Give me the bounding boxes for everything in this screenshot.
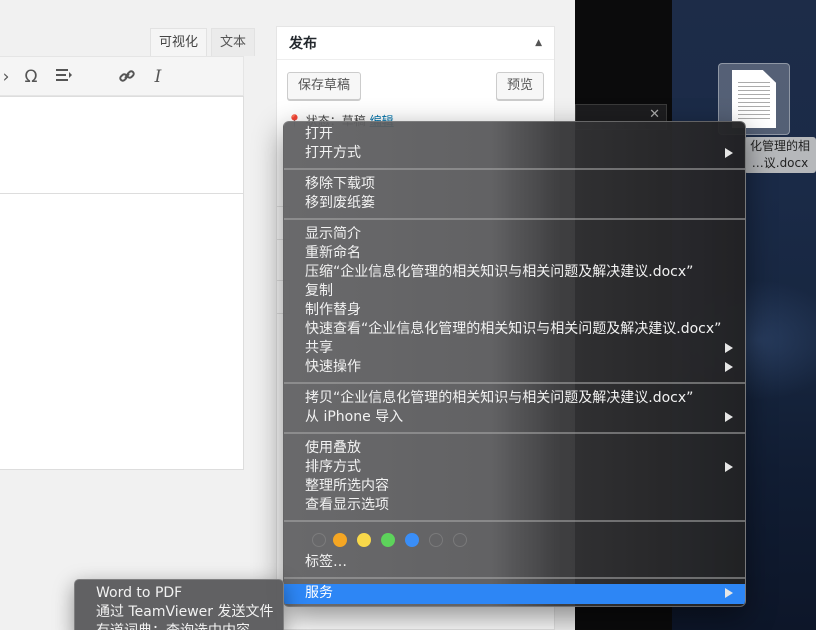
preview-button[interactable]: 预览 [495,72,544,100]
text-format-icon[interactable] [54,67,74,87]
tag-blue-icon[interactable] [405,533,419,547]
tag-yellow-icon[interactable] [357,533,371,547]
menu-item-label: 使用叠放 [305,440,361,456]
menu-item-label: 整理所选内容 [305,478,389,494]
menu-item-show-view-options[interactable]: 查看显示选项 [284,496,745,515]
link-icon[interactable] [117,67,137,87]
submenu-item-word-to-pdf[interactable]: Word to PDF [96,584,182,603]
menu-item-get-info[interactable]: 显示简介 [284,225,745,244]
save-draft-button[interactable]: 保存草稿 [287,72,362,100]
submenu-arrow-icon [725,343,733,353]
menu-item-label: 拷贝“企业信息化管理的相关知识与相关问题及解决建议.docx” [305,390,694,406]
editor-tabs: 可视化 文本 [150,28,256,56]
menu-item-make-alias[interactable]: 制作替身 [284,301,745,320]
menu-separator [284,168,745,170]
tab-visual[interactable]: 可视化 [150,28,208,56]
desktop-file-label[interactable]: 化管理的相 …议.docx [744,137,816,173]
menu-separator [284,577,745,579]
menu-item-label: 查看显示选项 [305,497,389,513]
menu-separator [284,432,745,434]
menu-separator [284,520,745,522]
collapse-triangle-icon[interactable]: ▲ [535,38,542,48]
menu-item-label: 显示简介 [305,226,361,242]
menu-item-remove-download[interactable]: 移除下载项 [284,175,745,194]
menu-item-label: 压缩“企业信息化管理的相关知识与相关问题及解决建议.docx” [305,264,694,280]
tag-orange-icon[interactable] [333,533,347,547]
submenu-arrow-icon [725,362,733,372]
menu-item-tags[interactable]: 标签… [284,553,745,572]
special-character-icon[interactable]: Ω [21,67,41,87]
menu-item-copy[interactable]: 拷贝“企业信息化管理的相关知识与相关问题及解决建议.docx” [284,389,745,408]
tag-purple-icon[interactable] [429,533,443,547]
menu-item-label: 复制 [305,283,333,299]
submenu-item-teamviewer-send[interactable]: 通过 TeamViewer 发送文件 [96,603,274,622]
editor-content-area[interactable] [0,96,244,470]
menu-item-compress[interactable]: 压缩“企业信息化管理的相关知识与相关问题及解决建议.docx” [284,263,745,282]
services-submenu: Word to PDF 通过 TeamViewer 发送文件 有道词典：查询选中… [74,579,284,630]
tab-text[interactable]: 文本 [211,28,256,56]
menu-item-share[interactable]: 共享 [284,339,745,358]
menu-item-label: 快速操作 [305,359,361,375]
file-label-line: 化管理的相 [749,139,810,153]
file-label-line: …议.docx [751,156,809,170]
menu-item-label: 移到废纸篓 [305,195,375,211]
submenu-arrow-icon [725,462,733,472]
menu-item-open-with[interactable]: 打开方式 [284,144,745,163]
menu-separator [284,218,745,220]
context-menu: 打开 打开方式 移除下载项 移到废纸篓 显示简介 重新命名 压缩“企业信息化管理… [283,121,746,607]
menu-item-services[interactable]: 服务 [284,584,745,604]
submenu-item-youdao-lookup[interactable]: 有道词典：查询选中内容 [96,622,250,630]
editor-toolbar: › Ω I [0,56,244,96]
close-icon[interactable]: ✕ [649,107,660,122]
italic-icon[interactable]: I [148,67,168,87]
menu-item-import-from-iphone[interactable]: 从 iPhone 导入 [284,408,745,427]
menu-item-quick-actions[interactable]: 快速操作 [284,358,745,377]
menu-item-label: 打开 [305,126,333,142]
menu-item-label: 排序方式 [305,459,361,475]
menu-item-move-to-trash[interactable]: 移到废纸篓 [284,194,745,213]
submenu-arrow-icon [725,588,733,598]
menu-item-clean-up-selection[interactable]: 整理所选内容 [284,477,745,496]
menu-item-label: 移除下载项 [305,176,375,192]
menu-item-label: 打开方式 [305,145,361,161]
submenu-arrow-icon [725,412,733,422]
editor-divider [0,193,244,194]
menu-item-label: 从 iPhone 导入 [305,409,404,425]
document-icon [732,70,776,128]
publish-actions: 保存草稿 预览 [287,72,544,100]
tag-green-icon[interactable] [381,533,395,547]
menu-item-label: 重新命名 [305,245,361,261]
menu-item-duplicate[interactable]: 复制 [284,282,745,301]
menu-item-label: 标签… [305,554,347,570]
publish-title: 发布 [289,36,317,52]
menu-separator [284,382,745,384]
menu-item-rename[interactable]: 重新命名 [284,244,745,263]
menu-item-label: 共享 [305,340,333,356]
menu-item-quick-look[interactable]: 快速查看“企业信息化管理的相关知识与相关问题及解决建议.docx” [284,320,745,339]
menu-item-use-stacks[interactable]: 使用叠放 [284,439,745,458]
tag-none-icon[interactable] [312,533,326,547]
menu-item-sort-by[interactable]: 排序方式 [284,458,745,477]
menu-item-label: 服务 [305,585,333,601]
submenu-arrow-icon [725,148,733,158]
chevron-right-icon[interactable]: › [0,67,16,87]
tag-gray-icon[interactable] [453,533,467,547]
menu-item-label: 制作替身 [305,302,361,318]
publish-header[interactable]: 发布 ▲ [277,27,554,60]
menu-item-label: 快速查看“企业信息化管理的相关知识与相关问题及解决建议.docx” [305,321,722,337]
menu-item-open[interactable]: 打开 [284,125,745,144]
